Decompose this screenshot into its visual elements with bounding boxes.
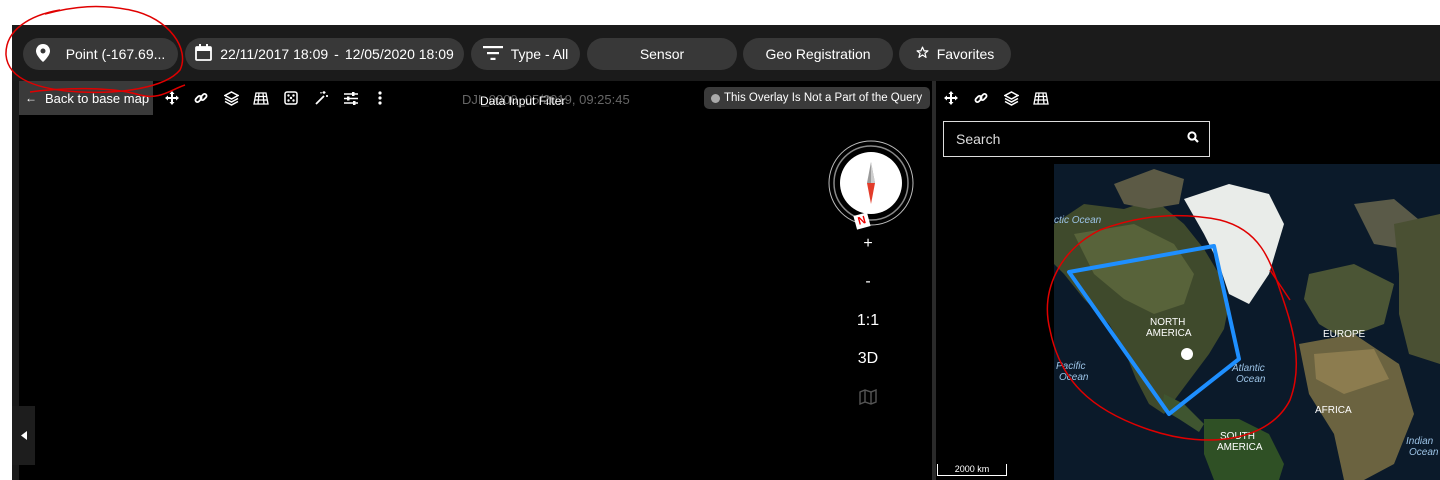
filter-icon bbox=[482, 45, 503, 63]
map-label-pacific-ocean-1: Pacific bbox=[1056, 361, 1086, 372]
back-to-base-map-label: Back to base map bbox=[45, 90, 150, 106]
overlay-title: DJI_0000_05/2019, 09:25:45 Data Input Fi… bbox=[462, 92, 630, 108]
layers-icon[interactable] bbox=[1002, 90, 1020, 106]
type-filter-button[interactable]: Type - All bbox=[471, 38, 580, 70]
map-scale-bar: 2000 km bbox=[937, 464, 1007, 476]
zoom-out-button[interactable]: - bbox=[842, 273, 894, 291]
location-pin-icon bbox=[35, 43, 50, 65]
move-icon[interactable] bbox=[942, 90, 960, 106]
filter-toolbar: Point (-167.69... 22/11/2017 18:09 - 12/… bbox=[12, 25, 1440, 81]
scale-ratio-button[interactable]: 1:1 bbox=[842, 312, 894, 330]
sliders-icon[interactable] bbox=[342, 90, 360, 106]
arrow-left-icon: ← bbox=[25, 91, 37, 105]
favorites-button[interactable]: Favorites bbox=[899, 38, 1011, 70]
map-label-north-america-2: AMERICA bbox=[1146, 328, 1192, 339]
layers-icon[interactable] bbox=[222, 90, 240, 106]
map-label-europe: EUROPE bbox=[1323, 329, 1366, 340]
status-dot-icon bbox=[711, 93, 720, 103]
overlay-status-badge: This Overlay Is Not a Part of the Query bbox=[704, 87, 930, 109]
link-icon[interactable] bbox=[972, 90, 990, 106]
geo-registration-label: Geo Registration bbox=[765, 46, 871, 62]
more-vertical-icon[interactable] bbox=[371, 90, 389, 106]
app-window: Point (-167.69... 22/11/2017 18:09 - 12/… bbox=[12, 25, 1440, 480]
map-label-south-america-2: AMERICA bbox=[1217, 442, 1263, 453]
link-icon[interactable] bbox=[192, 90, 210, 106]
date-separator: - bbox=[334, 46, 339, 62]
data-input-filter-label: Data Input Filter bbox=[480, 94, 566, 108]
map-label-south-america-1: SOUTH bbox=[1220, 431, 1255, 442]
star-icon bbox=[916, 46, 929, 62]
map-label-north-america-1: NORTH bbox=[1150, 317, 1186, 328]
geo-registration-button[interactable]: Geo Registration bbox=[743, 38, 893, 70]
date-to-label: 12/05/2020 18:09 bbox=[344, 46, 454, 62]
move-icon[interactable] bbox=[163, 90, 181, 106]
overlay-status-label: This Overlay Is Not a Part of the Query bbox=[724, 92, 923, 104]
location-filter-label: Point (-167.69... bbox=[65, 46, 166, 62]
map-label-indian-ocean-1: Indian bbox=[1406, 436, 1434, 447]
compass-north-label: N bbox=[856, 214, 868, 228]
date-range-button[interactable]: 22/11/2017 18:09 - 12/05/2020 18:09 bbox=[185, 38, 464, 70]
search-input[interactable] bbox=[954, 130, 1187, 148]
date-from-label: 22/11/2017 18:09 bbox=[220, 46, 329, 62]
grid-icon[interactable] bbox=[252, 90, 270, 106]
map-search-box[interactable] bbox=[943, 121, 1210, 157]
sensor-filter-button[interactable]: Sensor bbox=[587, 38, 737, 70]
location-filter-button[interactable]: Point (-167.69... bbox=[23, 38, 178, 70]
satellite-world-map[interactable]: ctic Ocean NORTH AMERICA Pacific Ocean A… bbox=[1054, 164, 1440, 480]
grid-icon[interactable] bbox=[1032, 90, 1050, 106]
overview-map-view[interactable]: ctic Ocean NORTH AMERICA Pacific Ocean A… bbox=[936, 81, 1440, 480]
map-label-indian-ocean-2: Ocean bbox=[1409, 447, 1439, 458]
map-label-pacific-ocean-2: Ocean bbox=[1059, 372, 1089, 383]
main-map-view[interactable]: ← Back to base map DJI_0000_05/2019, 09: bbox=[12, 81, 932, 480]
type-filter-label: Type - All bbox=[510, 46, 569, 62]
caret-left-icon bbox=[20, 431, 27, 440]
favorites-label: Favorites bbox=[936, 46, 995, 62]
collapse-panel-button[interactable] bbox=[12, 406, 35, 465]
calendar-icon bbox=[195, 44, 213, 64]
map-label-africa: AFRICA bbox=[1315, 405, 1352, 416]
compass-control[interactable]: N bbox=[828, 140, 914, 230]
magic-wand-icon[interactable] bbox=[312, 90, 330, 106]
map-label-atlantic-ocean-2: Ocean bbox=[1236, 374, 1266, 385]
back-to-base-map-button[interactable]: ← Back to base map bbox=[19, 81, 153, 115]
search-icon[interactable] bbox=[1187, 130, 1199, 148]
toggle-3d-button[interactable]: 3D bbox=[842, 350, 894, 368]
map-icon[interactable] bbox=[842, 388, 894, 410]
map-label-atlantic-ocean-1: Atlantic bbox=[1232, 363, 1265, 374]
dice-icon[interactable] bbox=[282, 90, 300, 106]
zoom-in-button[interactable]: + bbox=[842, 235, 894, 253]
sensor-filter-label: Sensor bbox=[639, 46, 685, 62]
map-label-arctic-ocean: ctic Ocean bbox=[1054, 215, 1102, 226]
